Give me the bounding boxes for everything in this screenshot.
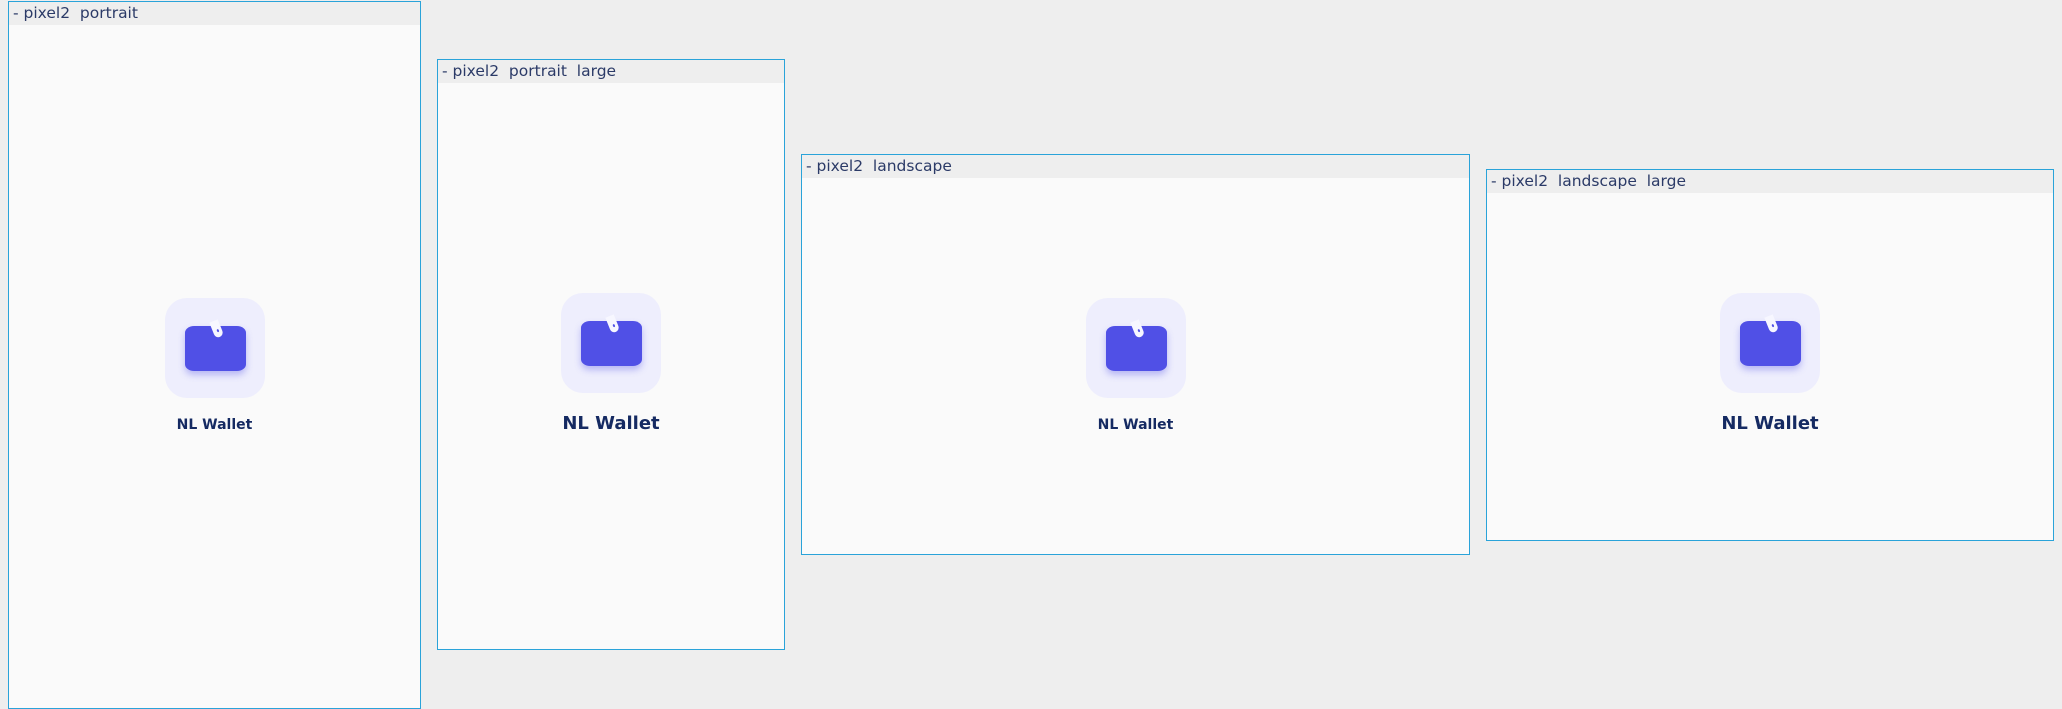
frame-label: - pixel2 landscape <box>802 155 1469 178</box>
wallet-icon <box>1739 314 1801 366</box>
app-icon <box>165 298 265 398</box>
frame-label: - pixel2 landscape large <box>1487 170 2053 193</box>
wallet-tab <box>1130 319 1146 339</box>
wallet-tab <box>605 314 621 334</box>
device-frame-pixel2-portrait-large: - pixel2 portrait large NL Wallet <box>437 59 785 650</box>
frame-label: - pixel2 portrait <box>9 2 420 25</box>
splash-screen: NL Wallet <box>438 83 784 649</box>
wallet-tab <box>209 319 225 339</box>
splash-screen: NL Wallet <box>1487 193 2053 540</box>
splash-screen: NL Wallet <box>9 25 420 708</box>
wallet-tab <box>1764 314 1780 334</box>
device-frame-pixel2-portrait: - pixel2 portrait NL Wallet <box>8 1 421 709</box>
wallet-icon <box>184 319 246 371</box>
app-title: NL Wallet <box>1097 417 1174 433</box>
app-title: NL Wallet <box>176 417 253 433</box>
app-icon <box>1720 293 1820 393</box>
app-title: NL Wallet <box>562 413 660 434</box>
wallet-icon <box>1105 319 1167 371</box>
device-frame-pixel2-landscape-large: - pixel2 landscape large NL Wallet <box>1486 169 2054 541</box>
frame-label: - pixel2 portrait large <box>438 60 784 83</box>
device-frame-pixel2-landscape: - pixel2 landscape NL Wallet <box>801 154 1470 555</box>
splash-screen: NL Wallet <box>802 178 1469 554</box>
wallet-icon <box>580 314 642 366</box>
app-icon <box>1086 298 1186 398</box>
app-title: NL Wallet <box>1721 413 1819 434</box>
app-icon <box>561 293 661 393</box>
